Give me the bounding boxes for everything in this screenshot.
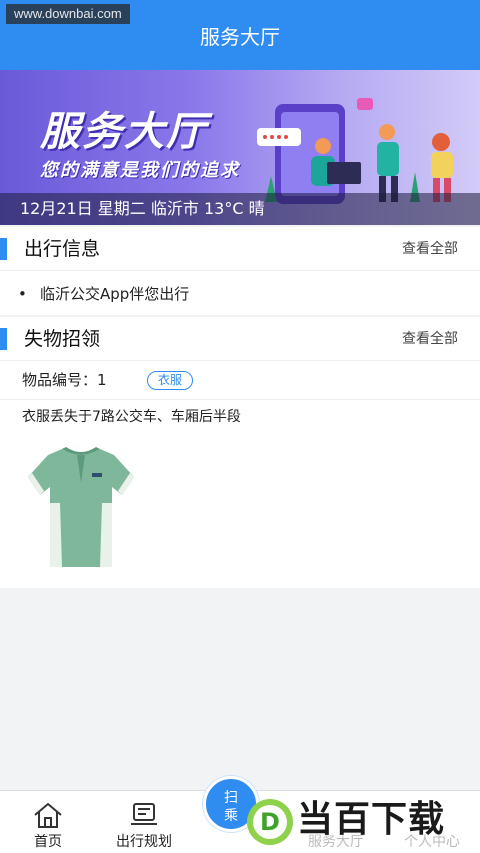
banner-title: 服务大厅 [40,109,208,155]
route-plan-icon [131,803,157,825]
item-description: 衣服丢失于7路公交车、车厢后半段 [22,409,241,425]
home-icon [34,802,62,828]
download-site-logo: D 当百下载 [245,794,477,850]
list-item[interactable]: • 临沂公交App伴您出行 [18,283,189,305]
section-accent-bar [0,238,7,260]
banner-caption-bar: 12月21日 星期二 临沂市 13°C 晴 [0,193,480,225]
travel-info-section: 出行信息 查看全部 • 临沂公交App伴您出行 [0,227,480,315]
section-header: 出行信息 查看全部 [0,227,480,271]
section-accent-bar [0,328,7,350]
tab-label: 首页 [34,834,62,850]
polo-shirt-image[interactable] [26,443,136,571]
category-tag: 衣服 [147,371,194,390]
section-title: 失物招领 [24,328,101,350]
view-all-link[interactable]: 查看全部 [402,239,458,259]
site-watermark: www.downbai.com [6,4,130,24]
tab-route-plan[interactable]: 出行规划 [96,791,192,853]
logo-text: 当百下载 [297,799,446,840]
item-number: 物品编号：1 [22,369,107,393]
service-banner[interactable]: 服务大厅 您的满意是我们的追求 12月21日 星期二 临沂市 13°C 晴 [0,70,480,225]
logo-letter: D [260,808,280,836]
item-number-label: 物品编号： [22,371,98,389]
section-header: 失物招领 查看全部 [0,317,480,361]
page-title: 服务大厅 [200,25,280,49]
tab-label: 出行规划 [116,834,172,850]
banner-slogan: 您的满意是我们的追求 [40,160,240,181]
bullet: • [18,285,27,303]
date-weather-caption: 12月21日 星期二 临沂市 13°C 晴 [20,199,265,218]
logo-badge-icon: D [247,799,293,845]
divider [0,399,480,400]
section-title: 出行信息 [24,238,101,260]
app-header: www.downbai.com 服务大厅 [0,0,480,70]
view-all-link[interactable]: 查看全部 [402,329,458,349]
news-text: 临沂公交App伴您出行 [40,285,190,303]
item-number-value: 1 [97,371,107,389]
lost-found-section: 失物招领 查看全部 物品编号：1 衣服 衣服丢失于7路公交车、车厢后半段 [0,317,480,588]
customer-service-illustration [257,98,453,204]
tab-home[interactable]: 首页 [0,791,96,853]
